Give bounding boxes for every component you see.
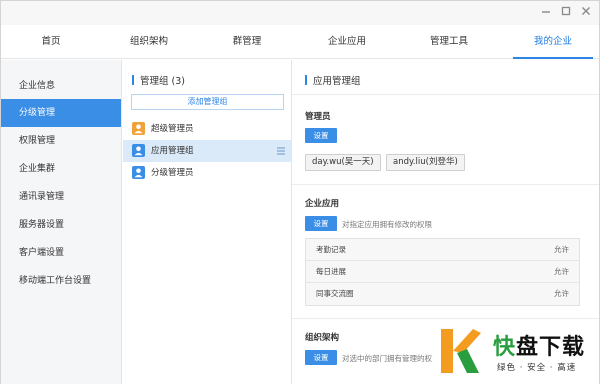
admin-group-title-text: 管理组 (3) xyxy=(140,76,185,87)
tab-home[interactable]: 首页 xyxy=(1,25,101,58)
table-row: 考勤记录 允许 xyxy=(306,239,579,261)
close-icon[interactable] xyxy=(579,5,593,19)
sidebar-item-mobile-workbench-settings[interactable]: 移动端工作台设置 xyxy=(1,267,121,295)
watermark-logo: 快盘下载 绿色 · 安全 · 高速 xyxy=(429,321,600,384)
group-item-app-admin[interactable]: 应用管理组 xyxy=(123,140,291,162)
admin-chip[interactable]: day.wu(吴一天) xyxy=(305,154,381,171)
sidebar-item-permission-management[interactable]: 权限管理 xyxy=(1,127,121,155)
group-item-super-admin[interactable]: 超级管理员 xyxy=(123,118,291,140)
watermark-title: 快盘下载 xyxy=(493,329,585,361)
k-logo-icon xyxy=(441,329,481,373)
apps-label: 企业应用 xyxy=(305,199,340,209)
sidebar-item-contacts-management[interactable]: 通讯录管理 xyxy=(1,183,121,211)
admins-settings-button[interactable]: 设置 xyxy=(305,128,337,143)
group-item-sub-admin[interactable]: 分级管理员 xyxy=(123,162,291,184)
tab-group-management[interactable]: 群管理 xyxy=(197,25,297,58)
divider xyxy=(292,184,599,185)
sidebar-item-hierarchy-management[interactable]: 分级管理 xyxy=(1,99,121,127)
permission-value: 允许 xyxy=(554,245,569,254)
app-name: 考勤记录 xyxy=(316,245,346,254)
app-window: 首页 组织架构 群管理 企业应用 管理工具 我的企业 企业信息 分级管理 权限管… xyxy=(0,0,600,384)
user-icon xyxy=(132,144,145,157)
group-item-label: 应用管理组 xyxy=(151,146,194,156)
sidebar: 企业信息 分级管理 权限管理 企业集群 通讯录管理 服务器设置 客户端设置 移动… xyxy=(1,60,122,384)
sidebar-item-enterprise-cluster[interactable]: 企业集群 xyxy=(1,155,121,183)
table-row: 每日进展 允许 xyxy=(306,261,579,283)
minimize-icon[interactable] xyxy=(539,5,553,19)
org-label: 组织架构 xyxy=(305,333,340,343)
apps-settings-button[interactable]: 设置 xyxy=(305,216,337,231)
app-name: 同事交流圈 xyxy=(316,289,354,298)
tab-my-enterprise[interactable]: 我的企业 xyxy=(503,25,600,59)
tab-admin-tools[interactable]: 管理工具 xyxy=(399,25,499,58)
tab-org-structure[interactable]: 组织架构 xyxy=(99,25,199,58)
apps-hint: 对指定应用拥有修改的权限 xyxy=(342,220,432,229)
admin-chip[interactable]: andy.liu(刘登华) xyxy=(386,154,465,171)
app-permission-table: 考勤记录 允许 每日进展 允许 同事交流圈 允许 xyxy=(305,238,580,306)
group-item-label: 超级管理员 xyxy=(151,124,194,134)
admins-label: 管理员 xyxy=(305,112,331,122)
sidebar-item-client-settings[interactable]: 客户端设置 xyxy=(1,239,121,267)
top-nav: 首页 组织架构 群管理 企业应用 管理工具 我的企业 xyxy=(1,25,599,59)
divider xyxy=(292,94,599,95)
app-name: 每日进展 xyxy=(316,267,346,276)
admin-group-panel: 管理组 (3) 添加管理组 超级管理员 应用管理组 分级管理员 xyxy=(122,60,292,384)
detail-title-text: 应用管理组 xyxy=(313,76,361,87)
table-row: 同事交流圈 允许 xyxy=(306,283,579,305)
tab-enterprise-apps[interactable]: 企业应用 xyxy=(297,25,397,58)
permission-value: 允许 xyxy=(554,267,569,276)
detail-title: 应用管理组 xyxy=(305,73,361,87)
user-icon xyxy=(132,122,145,135)
org-hint: 对选中的部门拥有管理的权 xyxy=(342,354,432,363)
admin-group-title: 管理组 (3) xyxy=(132,73,185,87)
user-icon xyxy=(132,166,145,179)
title-bar xyxy=(1,1,599,25)
group-item-label: 分级管理员 xyxy=(151,168,194,178)
watermark-subtitle: 绿色 · 安全 · 高速 xyxy=(497,363,577,373)
maximize-icon[interactable] xyxy=(559,5,573,19)
sidebar-item-server-settings[interactable]: 服务器设置 xyxy=(1,211,121,239)
add-admin-group-button[interactable]: 添加管理组 xyxy=(131,94,284,110)
divider xyxy=(292,318,599,319)
org-settings-button[interactable]: 设置 xyxy=(305,350,337,365)
permission-value: 允许 xyxy=(554,289,569,298)
watermark-title-rest: 盘下载 xyxy=(516,335,586,360)
sidebar-item-enterprise-info[interactable]: 企业信息 xyxy=(1,72,121,100)
watermark-title-green: 快 xyxy=(493,335,517,360)
